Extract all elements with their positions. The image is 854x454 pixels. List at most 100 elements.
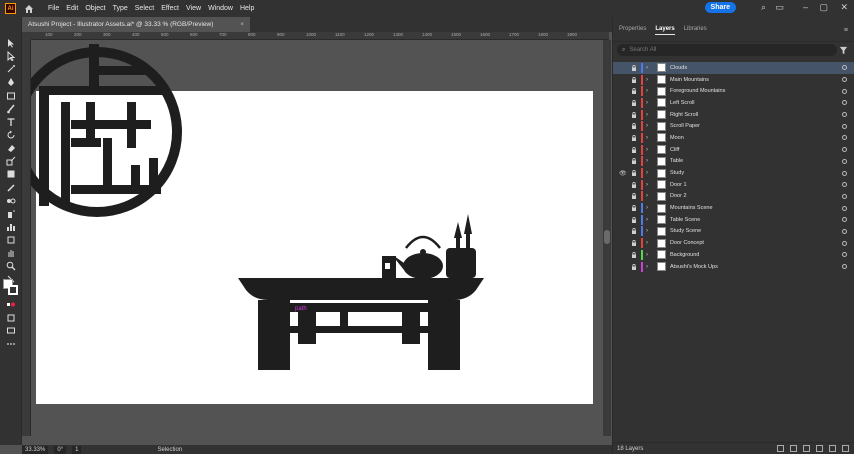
zoom-level-field[interactable]: 33.33%: [22, 445, 49, 454]
share-button[interactable]: Share: [704, 2, 736, 13]
expand-chevron-icon[interactable]: ›: [646, 170, 648, 176]
delete-layer-icon[interactable]: [842, 445, 849, 452]
maximize-icon[interactable]: ▢: [819, 2, 828, 13]
layer-name[interactable]: Left Scroll: [670, 100, 694, 106]
direct-selection-tool-icon[interactable]: [5, 50, 17, 61]
expand-chevron-icon[interactable]: ›: [646, 252, 648, 258]
expand-chevron-icon[interactable]: ›: [646, 240, 648, 246]
export-icon[interactable]: [777, 445, 784, 452]
layer-row[interactable]: › Clouds: [613, 62, 854, 74]
target-circle-icon[interactable]: [842, 252, 847, 258]
tab-layers[interactable]: Layers: [655, 24, 675, 35]
artboard-tool-icon[interactable]: [5, 234, 17, 245]
layer-name[interactable]: Table: [670, 158, 683, 164]
lock-icon[interactable]: [631, 263, 637, 270]
expand-chevron-icon[interactable]: ›: [646, 77, 648, 83]
filter-icon[interactable]: [839, 46, 848, 55]
visibility-eye-icon[interactable]: 👁: [619, 170, 627, 177]
menu-window[interactable]: Window: [208, 5, 233, 12]
layer-name[interactable]: Study Scene: [670, 228, 701, 234]
artboard-navigator[interactable]: 1: [72, 445, 82, 454]
expand-chevron-icon[interactable]: ›: [646, 147, 648, 153]
lock-icon[interactable]: [631, 64, 637, 71]
target-circle-icon[interactable]: [842, 135, 847, 141]
screen-mode-icon[interactable]: [5, 325, 17, 336]
layer-row[interactable]: › Study Scene: [613, 226, 854, 238]
layer-name[interactable]: Cliff: [670, 147, 679, 153]
layer-row[interactable]: › Door 1: [613, 179, 854, 191]
rotation-field[interactable]: 0°: [54, 445, 67, 454]
new-sublayer-icon[interactable]: [816, 445, 823, 452]
hand-tool-icon[interactable]: [5, 247, 17, 258]
layer-name[interactable]: Door 1: [670, 182, 687, 188]
expand-chevron-icon[interactable]: ›: [646, 65, 648, 71]
expand-chevron-icon[interactable]: ›: [646, 100, 648, 106]
lock-icon[interactable]: [631, 216, 637, 223]
layer-name[interactable]: Background: [670, 252, 699, 258]
expand-chevron-icon[interactable]: ›: [646, 88, 648, 94]
menu-object[interactable]: Object: [85, 5, 105, 12]
layer-name[interactable]: Right Scroll: [670, 112, 698, 118]
blend-tool-icon[interactable]: [5, 195, 17, 206]
target-circle-icon[interactable]: [842, 65, 847, 71]
target-circle-icon[interactable]: [842, 77, 847, 83]
layer-name[interactable]: Door Concept: [670, 240, 704, 246]
target-circle-icon[interactable]: [842, 112, 847, 118]
window-close-icon[interactable]: ✕: [840, 2, 848, 13]
expand-chevron-icon[interactable]: ›: [646, 182, 648, 188]
lock-icon[interactable]: [631, 240, 637, 247]
lock-icon[interactable]: [631, 158, 637, 165]
layer-row[interactable]: › Background: [613, 249, 854, 261]
lock-icon[interactable]: [631, 181, 637, 188]
menu-view[interactable]: View: [186, 5, 201, 12]
layer-row[interactable]: › Left Scroll: [613, 97, 854, 109]
lock-icon[interactable]: [631, 146, 637, 153]
target-circle-icon[interactable]: [842, 88, 847, 94]
vertical-scrollbar[interactable]: [603, 40, 611, 436]
target-circle-icon[interactable]: [842, 147, 847, 153]
layer-row[interactable]: 👁 › Study: [613, 167, 854, 179]
layer-row[interactable]: › Door Concept: [613, 237, 854, 249]
panel-menu-icon[interactable]: ≡: [844, 27, 848, 34]
table-artwork[interactable]: [236, 208, 486, 373]
layer-row[interactable]: › Scroll Paper: [613, 120, 854, 132]
kanji-seal-artwork[interactable]: [31, 40, 201, 220]
layer-name[interactable]: Clouds: [670, 65, 687, 71]
lock-icon[interactable]: [631, 76, 637, 83]
layer-row[interactable]: › Table: [613, 156, 854, 168]
clipping-mask-icon[interactable]: [803, 445, 810, 452]
expand-chevron-icon[interactable]: ›: [646, 264, 648, 270]
target-circle-icon[interactable]: [842, 217, 847, 223]
lock-icon[interactable]: [631, 99, 637, 106]
minimize-icon[interactable]: –: [803, 2, 808, 12]
layer-row[interactable]: › Moon: [613, 132, 854, 144]
scale-tool-icon[interactable]: [5, 155, 17, 166]
layer-row[interactable]: › Right Scroll: [613, 109, 854, 121]
tab-properties[interactable]: Properties: [619, 24, 646, 34]
layer-row[interactable]: › Table Scene: [613, 214, 854, 226]
search-icon[interactable]: ⌕: [761, 2, 766, 13]
scroll-thumb[interactable]: [604, 230, 610, 244]
lock-icon[interactable]: [631, 251, 637, 258]
lock-icon[interactable]: [631, 228, 637, 235]
layers-search-input[interactable]: ⌕ Search All: [617, 44, 837, 56]
ruler-corner[interactable]: [22, 32, 31, 40]
expand-chevron-icon[interactable]: ›: [646, 135, 648, 141]
expand-chevron-icon[interactable]: ›: [646, 123, 648, 129]
expand-chevron-icon[interactable]: ›: [646, 112, 648, 118]
new-layer-icon[interactable]: [829, 445, 836, 452]
layer-row[interactable]: › Mountains Scene: [613, 202, 854, 214]
more-tools-icon[interactable]: [5, 338, 17, 349]
menu-edit[interactable]: Edit: [66, 5, 78, 12]
vertical-ruler[interactable]: [22, 40, 31, 436]
color-mode-icon[interactable]: [5, 299, 17, 310]
target-circle-icon[interactable]: [842, 182, 847, 188]
draw-mode-icon[interactable]: [5, 312, 17, 323]
menu-select[interactable]: Select: [135, 5, 154, 12]
layer-name[interactable]: Door 2: [670, 193, 687, 199]
locate-object-icon[interactable]: [790, 445, 797, 452]
eyedropper-tool-icon[interactable]: [5, 182, 17, 193]
column-graph-tool-icon[interactable]: [5, 221, 17, 232]
menu-type[interactable]: Type: [113, 5, 128, 12]
expand-chevron-icon[interactable]: ›: [646, 217, 648, 223]
